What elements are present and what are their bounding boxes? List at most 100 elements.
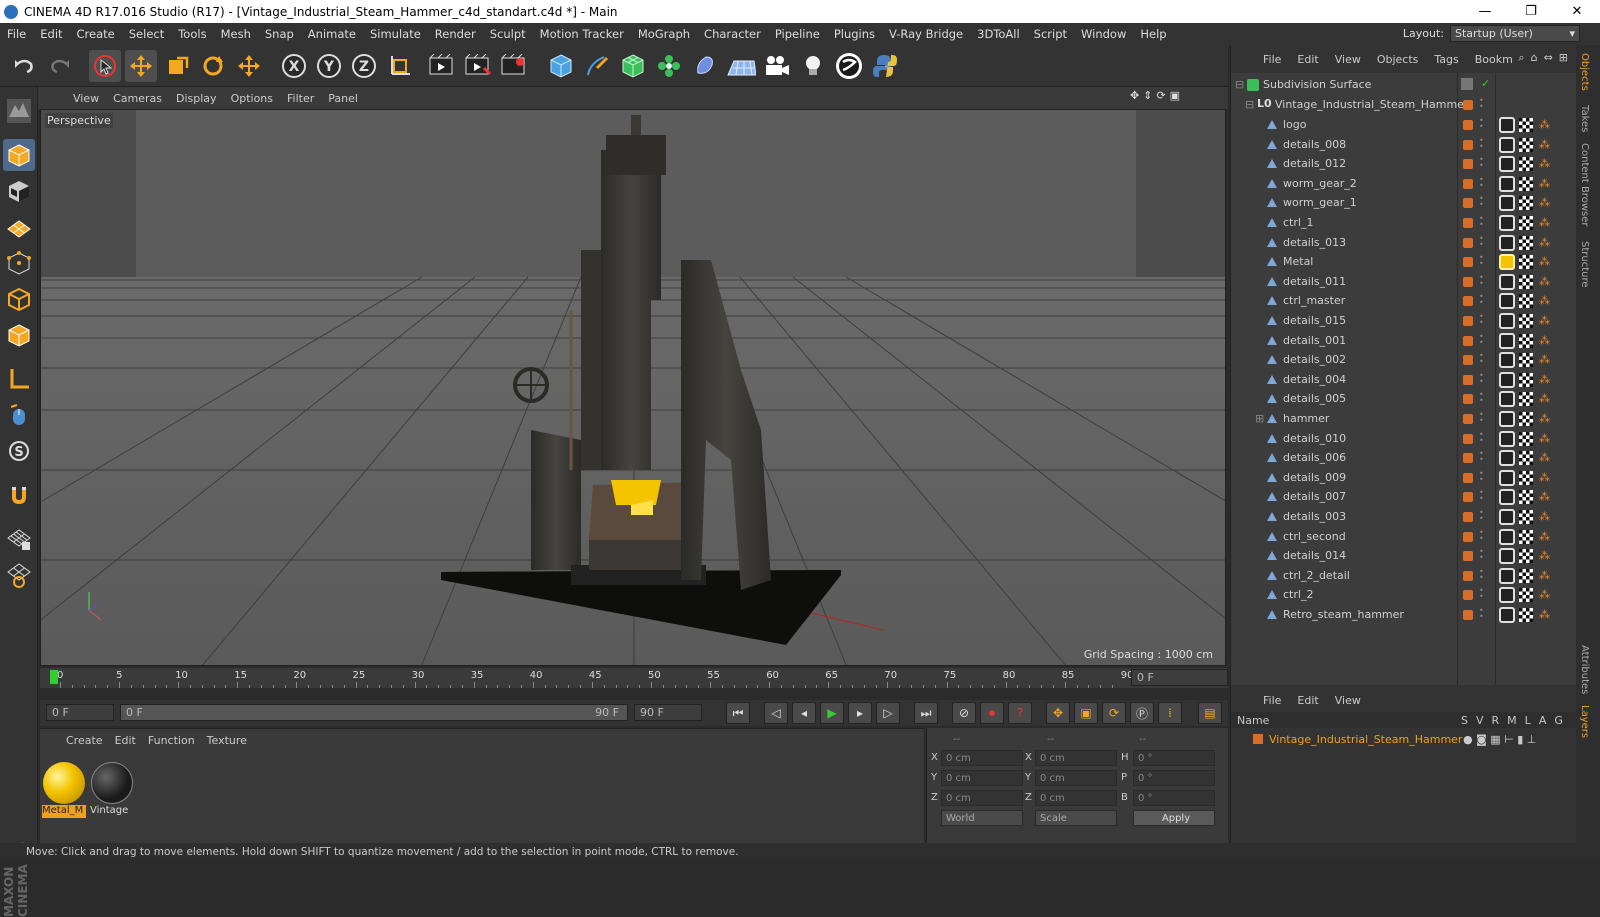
menu-3dtoall[interactable]: 3DToAll — [970, 27, 1027, 41]
uv-tag-icon[interactable] — [1519, 314, 1533, 328]
selection-tag-icon[interactable]: ⁂ — [1539, 177, 1553, 191]
redo-icon[interactable] — [44, 50, 76, 82]
layer-color-icon[interactable] — [1463, 610, 1473, 620]
polygons-mode-icon[interactable] — [3, 319, 35, 351]
object-row-subdivision-surface[interactable]: ⊟ Subdivision Surface ✓ — [1231, 75, 1577, 95]
selection-tag-icon[interactable]: ⁂ — [1539, 294, 1553, 308]
visibility-dots-icon[interactable]: • • — [1479, 548, 1484, 562]
object-row[interactable]: details_009 • • ⁂ — [1231, 468, 1577, 488]
material-tag-icon[interactable] — [1499, 509, 1515, 525]
menu-script[interactable]: Script — [1027, 27, 1074, 41]
object-row[interactable]: details_004 • • ⁂ — [1231, 370, 1577, 390]
material-tag-icon[interactable] — [1499, 548, 1515, 565]
selection-tag-icon[interactable]: ⁂ — [1539, 138, 1553, 152]
dolly-view-icon[interactable]: ⇕ — [1143, 89, 1152, 102]
texture-mode-icon[interactable] — [3, 175, 35, 207]
object-row[interactable]: details_008 • • ⁂ — [1231, 135, 1577, 155]
menu-render[interactable]: Render — [428, 27, 483, 41]
expand-icon[interactable]: ⊞ — [1255, 412, 1264, 425]
selection-tag-icon[interactable]: ⁂ — [1539, 569, 1553, 583]
menu-sculpt[interactable]: Sculpt — [483, 27, 533, 41]
scale-tool-icon[interactable] — [161, 50, 193, 82]
coordinate-mode-dropdown[interactable]: World — [941, 810, 1023, 826]
material-tag-icon[interactable] — [1499, 607, 1515, 623]
edges-mode-icon[interactable] — [3, 283, 35, 315]
viewport-menu-panel[interactable]: Panel — [321, 92, 365, 105]
material-tag-icon[interactable] — [1499, 234, 1515, 251]
uv-tag-icon[interactable] — [1519, 274, 1533, 289]
selection-tag-icon[interactable]: ⁂ — [1539, 530, 1553, 544]
lock-workplane-icon[interactable] — [3, 523, 35, 555]
visibility-dots-icon[interactable]: • • — [1479, 391, 1484, 405]
visibility-dots-icon[interactable]: • • — [1479, 195, 1484, 209]
visibility-dots-icon[interactable]: • • — [1479, 509, 1484, 523]
side-tab-content-browser[interactable]: Content Browser — [1579, 143, 1590, 226]
previous-frame-icon[interactable]: ◂ — [792, 702, 816, 724]
x-axis-lock-icon[interactable]: X — [278, 50, 310, 82]
record-position-icon[interactable]: ✥ — [1046, 702, 1070, 724]
layer-color-icon[interactable] — [1463, 257, 1473, 268]
selection-tag-icon[interactable]: ⁂ — [1539, 373, 1553, 387]
size-z-field[interactable]: 0 cm — [1035, 790, 1117, 806]
render-settings-icon[interactable] — [498, 50, 530, 82]
menu-simulate[interactable]: Simulate — [363, 27, 428, 41]
object-row[interactable]: ctrl_2 • • ⁂ — [1231, 585, 1577, 605]
layer-color-icon[interactable] — [1253, 734, 1263, 744]
object-menu-bookm[interactable]: Bookm — [1467, 53, 1521, 66]
material-tag-icon[interactable] — [1499, 567, 1515, 584]
size-y-field[interactable]: 0 cm — [1035, 770, 1117, 786]
material-tag-icon[interactable] — [1499, 587, 1515, 604]
layer-color-icon[interactable] — [1463, 237, 1473, 248]
floor-object-icon[interactable] — [725, 50, 757, 82]
uv-tag-icon[interactable] — [1519, 392, 1533, 407]
side-tab-objects[interactable]: Objects — [1579, 53, 1590, 91]
viewport-menu-options[interactable]: Options — [224, 92, 280, 105]
object-menu-view[interactable]: View — [1327, 53, 1369, 66]
go-to-start-icon[interactable]: ⏮ — [726, 702, 750, 724]
uv-tag-icon[interactable] — [1519, 235, 1533, 250]
toggle-panel-icon[interactable]: ▣ — [1170, 89, 1180, 102]
size-mode-dropdown[interactable]: Scale — [1035, 810, 1117, 826]
menu-tools[interactable]: Tools — [171, 27, 213, 41]
selection-tag-icon[interactable]: ⁂ — [1539, 196, 1553, 210]
material-tag-icon[interactable] — [1499, 117, 1515, 133]
selection-tag-icon[interactable]: ⁂ — [1539, 275, 1553, 289]
end-frame-field[interactable]: 90 F — [634, 704, 702, 721]
home-icon[interactable]: ⌂ — [1531, 51, 1538, 65]
menu-animate[interactable]: Animate — [301, 27, 363, 41]
spline-pen-icon[interactable] — [581, 50, 613, 82]
selection-tag-icon[interactable]: ⁂ — [1539, 216, 1553, 230]
material-tag-icon[interactable] — [1499, 254, 1515, 271]
layer-menu-view[interactable]: View — [1327, 694, 1369, 707]
layer-color-icon[interactable] — [1463, 551, 1473, 562]
viewport-menu-cameras[interactable]: Cameras — [106, 92, 169, 105]
viewport-menu-filter[interactable]: Filter — [280, 92, 321, 105]
workplane-mode-icon[interactable] — [3, 211, 35, 243]
next-key-icon[interactable]: ▷ — [876, 702, 900, 724]
visibility-dots-icon[interactable]: • • — [1479, 136, 1484, 151]
minimize-button[interactable]: — — [1462, 0, 1508, 23]
camera-object-icon[interactable] — [761, 50, 793, 82]
uv-tag-icon[interactable] — [1519, 118, 1533, 132]
visibility-dots-icon[interactable]: • • — [1479, 273, 1484, 288]
cloner-icon[interactable] — [653, 50, 685, 82]
layer-color-icon[interactable] — [1463, 159, 1473, 170]
object-menu-edit[interactable]: Edit — [1289, 53, 1326, 66]
menu-snap[interactable]: Snap — [258, 27, 301, 41]
object-menu-tags[interactable]: Tags — [1426, 53, 1466, 66]
layer-color-icon[interactable] — [1463, 296, 1473, 307]
visibility-dots-icon[interactable]: • • — [1479, 587, 1484, 601]
material-item[interactable]: Metal_M — [42, 761, 86, 819]
planar-workplane-icon[interactable] — [3, 559, 35, 591]
visibility-dots-icon[interactable]: • • — [1479, 234, 1484, 249]
object-row[interactable]: ctrl_1 • • ⁂ — [1231, 213, 1577, 233]
render-to-picture-viewer-icon[interactable] — [462, 50, 494, 82]
record-parameter-icon[interactable]: Ⓟ — [1130, 702, 1154, 724]
material-tag-icon[interactable] — [1499, 215, 1515, 231]
object-row[interactable]: ctrl_master • • ⁂ — [1231, 291, 1577, 311]
object-row[interactable]: details_007 • • ⁂ — [1231, 487, 1577, 507]
layer-color-icon[interactable] — [1463, 100, 1473, 110]
new-view-icon[interactable]: ⊞ — [1559, 51, 1568, 65]
material-tag-icon[interactable] — [1499, 313, 1515, 329]
menu-help[interactable]: Help — [1133, 27, 1173, 41]
